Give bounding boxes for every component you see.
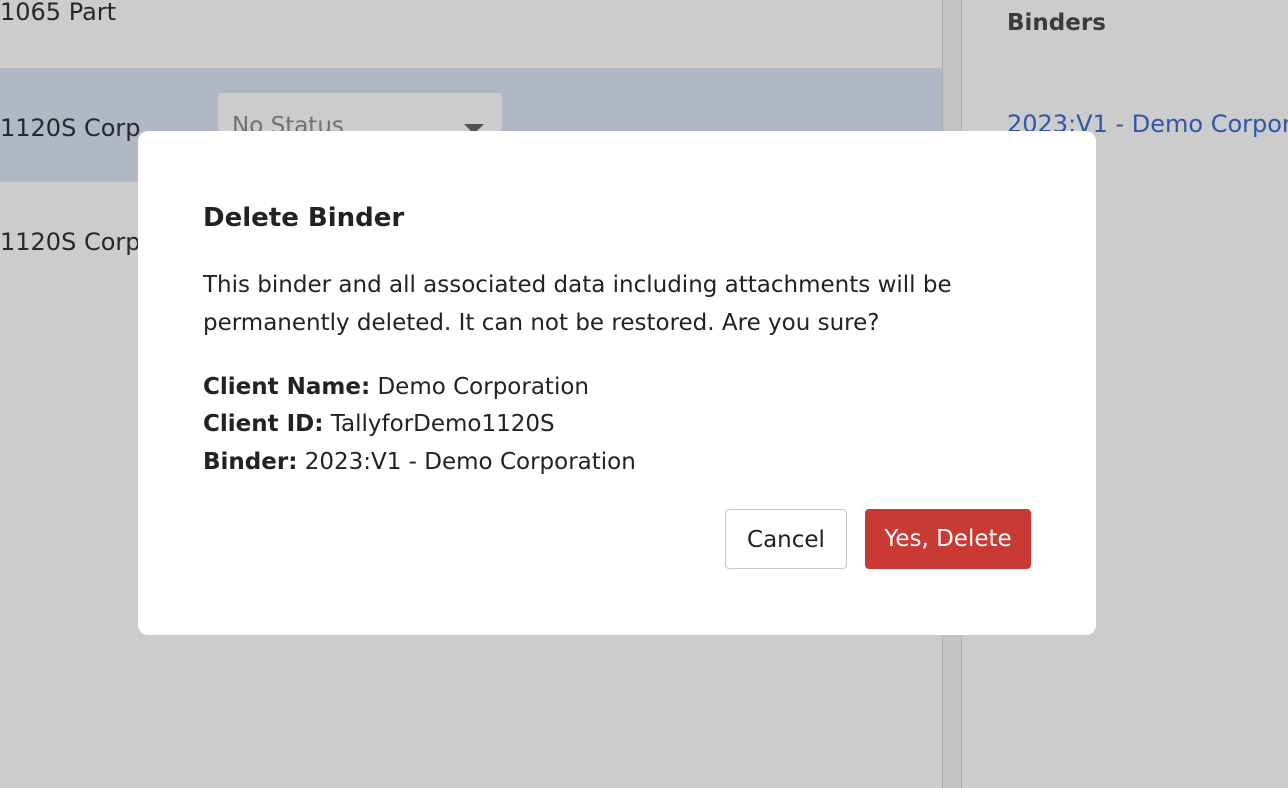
client-id-detail: Client ID: TallyforDemo1120S <box>203 411 555 437</box>
client-name-value: Demo Corporation <box>377 374 589 400</box>
page: 1065 Part 1120S Corp No Status 1120S Cor… <box>0 0 1288 788</box>
binder-detail: Binder: 2023:V1 - Demo Corporation <box>203 449 636 475</box>
delete-binder-dialog: Delete Binder This binder and all associ… <box>138 131 1096 635</box>
client-id-label: Client ID: <box>203 411 324 437</box>
dialog-message: This binder and all associated data incl… <box>203 272 952 336</box>
binder-label: Binder: <box>203 449 298 475</box>
client-id-value: TallyforDemo1120S <box>330 411 555 437</box>
binder-value: 2023:V1 - Demo Corporation <box>304 449 636 475</box>
cancel-button[interactable]: Cancel <box>725 509 847 569</box>
client-name-label: Client Name: <box>203 374 371 400</box>
client-name-detail: Client Name: Demo Corporation <box>203 374 589 400</box>
confirm-delete-button[interactable]: Yes, Delete <box>865 509 1031 569</box>
dialog-title: Delete Binder <box>203 203 405 233</box>
